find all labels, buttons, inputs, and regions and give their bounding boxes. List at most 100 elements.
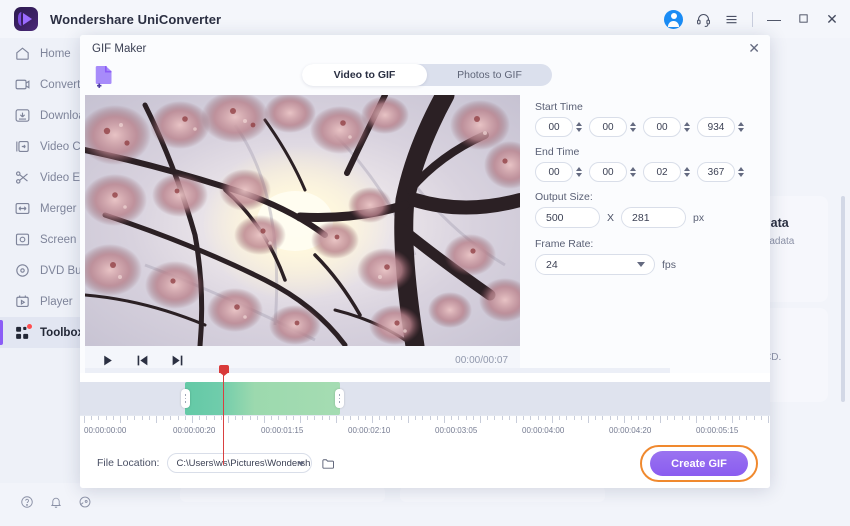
arrow-up-icon[interactable] — [630, 167, 636, 171]
stepper-arrows[interactable] — [630, 167, 636, 177]
minimize-button[interactable]: — — [766, 11, 782, 27]
add-file-icon[interactable] — [94, 64, 115, 89]
ruler-tick — [696, 416, 697, 423]
folder-open-icon[interactable] — [321, 456, 336, 471]
video-preview[interactable] — [85, 95, 520, 346]
ruler-tick — [717, 416, 719, 420]
arrow-up-icon[interactable] — [630, 122, 636, 126]
arrow-down-icon[interactable] — [684, 173, 690, 177]
output-width-input[interactable] — [535, 207, 600, 228]
frame-rate-select[interactable]: 24 — [535, 254, 655, 275]
hamburger-menu-icon[interactable] — [724, 12, 739, 27]
ruler-tick — [480, 416, 481, 423]
start-seconds-input[interactable] — [643, 117, 681, 137]
end-hours-stepper[interactable] — [535, 162, 582, 182]
arrow-down-icon[interactable] — [576, 173, 582, 177]
start-seconds-stepper[interactable] — [643, 117, 690, 137]
feedback-icon[interactable] — [78, 495, 92, 514]
frame-rate-row: 24 fps — [535, 254, 765, 275]
stepper-arrows[interactable] — [576, 122, 582, 132]
end-millis-input[interactable] — [697, 162, 735, 182]
arrow-up-icon[interactable] — [576, 122, 582, 126]
sidebar-item-screen-recorder[interactable]: Screen Recorder — [0, 224, 127, 255]
start-minutes-input[interactable] — [589, 117, 627, 137]
close-icon[interactable]: ✕ — [748, 40, 760, 56]
stepper-arrows[interactable] — [684, 122, 690, 132]
start-hours-stepper[interactable] — [535, 117, 582, 137]
sidebar-item-video-editor[interactable]: Video Editor — [0, 162, 102, 193]
arrow-up-icon[interactable] — [684, 122, 690, 126]
timeline-selection-clip[interactable] — [181, 382, 344, 415]
home-icon — [14, 45, 31, 62]
stepper-arrows[interactable] — [630, 122, 636, 132]
ruler-tick — [724, 416, 726, 420]
stepper-arrows[interactable] — [738, 122, 744, 132]
start-millis-input[interactable] — [697, 117, 735, 137]
end-minutes-input[interactable] — [589, 162, 627, 182]
sidebar-item-dvd-burner[interactable]: DVD Burner — [0, 255, 102, 286]
end-seconds-input[interactable] — [643, 162, 681, 182]
sidebar-item-toolbox[interactable]: Toolbox — [0, 317, 86, 348]
ruler-tick — [235, 416, 237, 420]
notification-bell-icon[interactable] — [49, 495, 63, 514]
file-location-dropdown[interactable]: C:\Users\ws\Pictures\Wondersh — [167, 453, 313, 473]
end-seconds-stepper[interactable] — [643, 162, 690, 182]
start-hours-input[interactable] — [535, 117, 573, 137]
stepper-arrows[interactable] — [738, 167, 744, 177]
start-minutes-stepper[interactable] — [589, 117, 636, 137]
arrow-down-icon[interactable] — [576, 128, 582, 132]
sidebar-item-video-compressor[interactable]: Video Compressor — [0, 131, 135, 162]
headset-support-icon[interactable] — [696, 12, 711, 27]
output-height-input[interactable] — [621, 207, 687, 228]
account-avatar-icon[interactable] — [664, 9, 683, 29]
sidebar-item-merger[interactable]: Merger — [0, 193, 86, 224]
create-gif-highlight: Create GIF — [640, 445, 758, 482]
sidebar-item-downloader[interactable]: Downloader — [0, 100, 101, 131]
previous-frame-icon[interactable] — [136, 354, 149, 367]
stepper-arrows[interactable] — [684, 167, 690, 177]
end-millis-stepper[interactable] — [697, 162, 744, 182]
close-button[interactable]: ✕ — [824, 11, 840, 28]
sidebar-item-player[interactable]: Player — [0, 286, 86, 317]
end-hours-input[interactable] — [535, 162, 573, 182]
file-location-label: File Location: — [97, 457, 160, 469]
ruler-tick — [386, 416, 388, 420]
arrow-down-icon[interactable] — [630, 128, 636, 132]
content-scrollbar[interactable] — [841, 196, 845, 402]
ruler-tick — [703, 416, 705, 420]
stepper-arrows[interactable] — [576, 167, 582, 177]
ruler-tick — [746, 416, 748, 420]
help-icon[interactable] — [20, 495, 34, 514]
tab-photos-to-gif[interactable]: Photos to GIF — [427, 64, 552, 86]
sidebar-item-converter[interactable]: Converter — [0, 69, 91, 100]
arrow-down-icon[interactable] — [684, 128, 690, 132]
tab-video-to-gif[interactable]: Video to GIF — [302, 64, 427, 86]
play-icon[interactable] — [101, 354, 114, 367]
maximize-button[interactable] — [795, 11, 811, 27]
timeline-ruler[interactable]: 00:00:00:00 00:00:00:20 00:00:01:15 00:00:0… — [80, 415, 770, 438]
trim-handle-left-icon[interactable] — [181, 389, 190, 408]
ruler-tick — [638, 416, 640, 420]
arrow-up-icon[interactable] — [738, 167, 744, 171]
sidebar-item-home[interactable]: Home — [0, 38, 86, 69]
ruler-tick — [242, 416, 244, 420]
create-gif-button[interactable]: Create GIF — [650, 451, 748, 476]
application-window: Wondershare UniConverter — ✕ Home Conver… — [0, 0, 850, 526]
next-frame-icon[interactable] — [171, 354, 184, 367]
arrow-down-icon[interactable] — [738, 173, 744, 177]
arrow-down-icon[interactable] — [630, 173, 636, 177]
ruler-tick — [624, 416, 625, 423]
arrow-up-icon[interactable] — [738, 122, 744, 126]
arrow-up-icon[interactable] — [576, 167, 582, 171]
arrow-up-icon[interactable] — [684, 167, 690, 171]
trim-handle-right-icon[interactable] — [335, 389, 344, 408]
ruler-tick — [184, 416, 186, 420]
end-minutes-stepper[interactable] — [589, 162, 636, 182]
ruler-tick — [753, 416, 755, 420]
playhead-marker-icon[interactable] — [218, 365, 229, 465]
ruler-tick — [278, 416, 280, 420]
end-time-label: End Time — [535, 146, 580, 158]
frame-rate-select-wrap[interactable]: 24 — [535, 254, 655, 275]
arrow-down-icon[interactable] — [738, 128, 744, 132]
start-millis-stepper[interactable] — [697, 117, 744, 137]
